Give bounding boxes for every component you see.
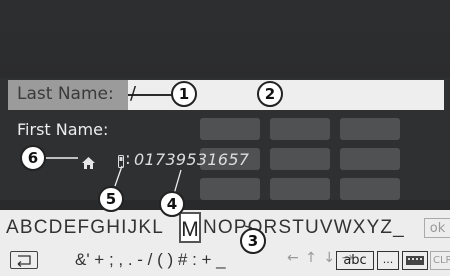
- first-name-label[interactable]: First Name:: [17, 120, 108, 139]
- screen: Last Name: / First Name: : 01739531657 A…: [0, 0, 450, 276]
- last-name-cursor: /: [130, 83, 137, 104]
- back-button[interactable]: [10, 251, 38, 269]
- keyboard-mode-icon: [406, 256, 424, 265]
- callout-3: 3: [240, 228, 266, 254]
- alphabet-row: ABCDEFGHIJKL M NOPQRSTUVWXYZ_ ok: [0, 212, 450, 243]
- last-name-label: Last Name:: [17, 84, 114, 104]
- callout-4: 4: [159, 191, 185, 217]
- more-characters-button[interactable]: ...: [377, 251, 399, 270]
- phone-number[interactable]: 01739531657: [134, 150, 249, 169]
- clear-button[interactable]: CLR: [430, 251, 450, 270]
- home-icon: [82, 154, 95, 173]
- callout-5: 5: [98, 186, 124, 212]
- letters-after-selected[interactable]: NOPQRSTUVWXYZ_: [203, 214, 405, 242]
- ok-button[interactable]: ok: [424, 218, 450, 238]
- abc-button[interactable]: abc: [336, 251, 374, 270]
- keyboard-mode-button[interactable]: [402, 251, 428, 270]
- symbol-row: &' + ; , . - / ( ) # : + _ ← ↑ ↓ → abc .…: [0, 248, 450, 274]
- last-name-field[interactable]: Last Name: /: [8, 80, 444, 110]
- letters-before-selected[interactable]: ABCDEFGHIJKL: [6, 214, 164, 242]
- mobile-phone-icon: [118, 153, 124, 172]
- callout-2: 2: [257, 81, 283, 107]
- back-icon: [17, 255, 31, 267]
- phone-separator: :: [125, 149, 131, 169]
- symbol-keys[interactable]: &' + ; , . - / ( ) # : + _: [75, 250, 226, 270]
- callout-1: 1: [171, 81, 197, 107]
- callout-6: 6: [20, 145, 46, 171]
- selected-letter-key[interactable]: M: [179, 212, 201, 243]
